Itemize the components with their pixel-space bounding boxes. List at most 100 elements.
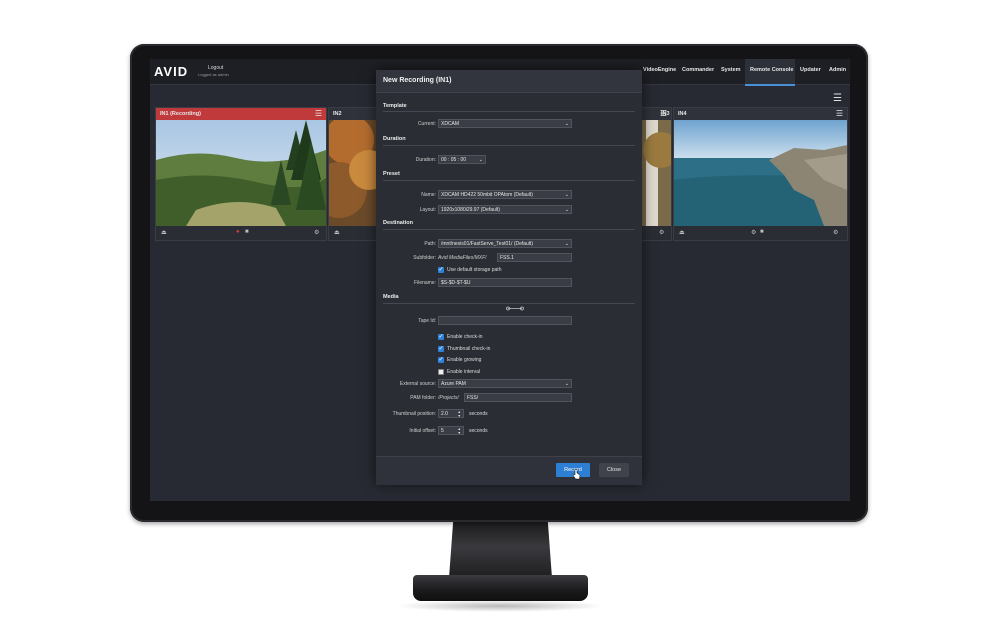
stop-icon[interactable]: ■	[760, 229, 764, 235]
initial-offset-stepper[interactable]: 5 ▲ ▼	[438, 426, 464, 435]
divider	[383, 111, 635, 112]
monitor-stand-neck	[449, 522, 552, 578]
nav-commander[interactable]: Commander	[682, 67, 714, 73]
enable-growing-label: Enable growing	[447, 357, 482, 363]
record-icon[interactable]: ●	[236, 229, 240, 235]
stop-icon[interactable]: ■	[245, 229, 249, 235]
chevron-down-icon: ⌄	[478, 157, 483, 163]
dialog-title: New Recording (IN1)	[383, 77, 452, 84]
channel-header: IN4 ☰	[674, 108, 847, 120]
external-source-value: Azure PAM	[441, 381, 466, 387]
nav-system[interactable]: System	[721, 67, 741, 73]
resize-handle-icon[interactable]	[506, 306, 524, 311]
default-storage-checkbox[interactable]	[438, 266, 444, 273]
close-button[interactable]: Close	[599, 463, 629, 477]
filename-input[interactable]: $S-$D-$T-$U	[438, 278, 572, 287]
preset-name-value: XDCAM HD422 50mbit OPAtom (Default)	[441, 192, 533, 198]
path-value: /mnt/nexis01/FastServe_Test01/ (Default)	[441, 241, 533, 247]
settings-icon[interactable]: ⚙	[314, 229, 319, 236]
current-label: Current:	[417, 121, 436, 127]
thumbnail-checkin-label: Thumbnail check-in	[447, 346, 491, 352]
chevron-down-icon: ⌄	[564, 241, 569, 247]
preset-name-select[interactable]: XDCAM HD422 50mbit OPAtom (Default) ⌄	[438, 190, 572, 199]
subfolder-value: FSS.1	[500, 255, 514, 261]
subfolder-prefix: Avid MediaFiles/MXF/	[438, 255, 487, 261]
pam-folder-value: FSS/	[467, 395, 479, 401]
thumbnail-position-stepper[interactable]: 2.0 ▲ ▼	[438, 409, 464, 418]
enable-interval-checkbox[interactable]	[438, 369, 444, 375]
channel-card-in1: IN1 (Recording) ☰ ⏏ ● ■ ⚙	[155, 107, 327, 241]
path-label: Path:	[424, 241, 436, 247]
tape-id-label: Tape Id:	[418, 318, 436, 324]
channel-toolbar: ⏏ ⚙ ■ ⚙	[674, 226, 847, 240]
logged-user-label: Logged as admin	[198, 72, 229, 77]
external-source-select[interactable]: Azure PAM ⌄	[438, 379, 572, 388]
hamburger-menu-icon[interactable]: ☰	[833, 93, 842, 104]
template-select-value: XDCAM	[441, 121, 460, 127]
duration-value: 00 : 05 : 00	[441, 157, 467, 163]
screen: AVID Logout Logged as admin VideoEngine …	[150, 59, 850, 501]
eject-icon[interactable]: ⏏	[161, 229, 167, 236]
divider	[383, 180, 635, 181]
monitor-shadow	[395, 600, 605, 612]
enable-growing-checkbox[interactable]	[438, 356, 444, 363]
enable-checkin-label: Enable check-in	[447, 334, 483, 340]
monitor-stand-base	[413, 575, 588, 601]
channel-title: IN2	[333, 111, 342, 117]
chevron-down-icon: ⌄	[564, 192, 569, 198]
channel-title: IN1 (Recording)	[160, 111, 201, 117]
filename-value: $S-$D-$T-$U	[441, 280, 471, 286]
initial-offset-value: 5	[441, 428, 444, 434]
new-recording-dialog: New Recording (IN1) Template Current: XD…	[376, 70, 642, 485]
subfolder-label: Subfolder:	[413, 255, 436, 261]
filename-label: Filename:	[414, 280, 436, 286]
channel-menu-icon[interactable]: ☰	[315, 109, 322, 118]
chevron-down-icon: ⌄	[564, 381, 569, 387]
thumbnail-checkin-checkbox[interactable]	[438, 345, 444, 352]
layout-select[interactable]: 1920x1080i29.97 (Default) ⌄	[438, 205, 572, 214]
avid-logo: AVID	[154, 64, 189, 79]
dialog-header: New Recording (IN1)	[376, 70, 642, 93]
enable-interval-label: Enable interval	[447, 369, 481, 375]
stepper-arrows-icon[interactable]: ▲ ▼	[458, 427, 461, 434]
stepper-arrows-icon[interactable]: ▲ ▼	[458, 410, 461, 417]
chevron-down-icon: ⌄	[564, 207, 569, 213]
channel-card-in4: IN4 ☰ ⏏ ⚙ ■ ⚙	[673, 107, 848, 241]
default-storage-label: Use default storage path	[447, 267, 502, 273]
nav-remote-console[interactable]: Remote Console	[745, 59, 795, 86]
nav-admin[interactable]: Admin	[829, 67, 846, 73]
section-destination: Destination	[383, 220, 413, 226]
section-preset: Preset	[383, 171, 400, 177]
divider	[383, 229, 635, 230]
initial-offset-label: Initial offset:	[409, 428, 436, 434]
tape-id-input[interactable]	[438, 316, 572, 325]
divider	[383, 303, 635, 304]
subfolder-input[interactable]: FSS.1	[497, 253, 572, 262]
thumbnail-position-value: 2.0	[441, 411, 448, 417]
channel-menu-icon[interactable]: ☰	[836, 109, 843, 118]
settings-icon[interactable]: ⚙	[751, 229, 756, 236]
settings-icon[interactable]: ⚙	[833, 229, 838, 236]
channel-menu-icon[interactable]: ☰	[660, 109, 667, 118]
channel-title: IN4	[678, 111, 687, 117]
eject-icon[interactable]: ⏏	[334, 229, 340, 236]
chevron-down-icon: ⌄	[564, 121, 569, 127]
enable-checkin-checkbox[interactable]	[438, 333, 444, 340]
channel-toolbar: ⏏ ● ■ ⚙	[156, 226, 326, 240]
layout-label: Layout:	[419, 207, 436, 213]
divider	[383, 145, 635, 146]
section-template: Template	[383, 103, 407, 109]
thumbnail-position-label: Thumbnail position:	[392, 411, 436, 417]
pam-folder-input[interactable]: FSS/	[464, 393, 572, 402]
duration-input[interactable]: 00 : 05 : 00 ⌄	[438, 155, 486, 164]
nav-videoengine[interactable]: VideoEngine	[643, 67, 676, 73]
duration-label: Duration:	[415, 157, 436, 163]
nav-updater[interactable]: Updater	[800, 67, 821, 73]
template-select[interactable]: XDCAM ⌄	[438, 119, 572, 128]
channel-header: IN1 (Recording) ☰	[156, 108, 326, 120]
settings-icon[interactable]: ⚙	[659, 229, 664, 236]
nav-remote-console-label: Remote Console	[750, 67, 794, 73]
eject-icon[interactable]: ⏏	[679, 229, 685, 236]
logout-link[interactable]: Logout	[208, 65, 223, 71]
path-select[interactable]: /mnt/nexis01/FastServe_Test01/ (Default)…	[438, 239, 572, 248]
